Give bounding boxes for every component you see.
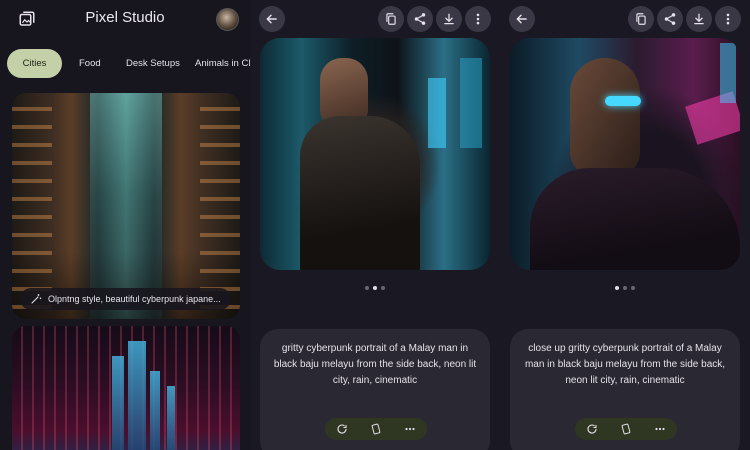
page-dot: [631, 285, 635, 290]
tower: [167, 386, 175, 450]
action-bar: [575, 418, 677, 440]
generated-image[interactable]: [260, 38, 490, 270]
download-button[interactable]: [686, 6, 712, 32]
edit-icon[interactable]: [370, 423, 382, 435]
more-vert-icon: [726, 13, 730, 25]
category-chips: Cities Food Desk Setups Animals in Clo: [0, 49, 250, 78]
edit-icon[interactable]: [620, 423, 632, 435]
feed-card-neon-city[interactable]: [12, 326, 240, 450]
page-dot-active: [373, 285, 377, 290]
prompt-text: close up gritty cyberpunk portrait of a …: [524, 343, 726, 386]
download-button[interactable]: [436, 6, 462, 32]
page-indicator: [500, 279, 750, 290]
share-button[interactable]: [657, 6, 683, 32]
feed-card-city[interactable]: Olpntng style, beautiful cyberpunk japan…: [12, 93, 240, 319]
more-vert-icon: [476, 13, 480, 25]
detail-panel-1: gritty cyberpunk portrait of a Malay man…: [250, 0, 500, 450]
back-button[interactable]: [509, 6, 535, 32]
more-horiz-icon[interactable]: [404, 423, 416, 435]
chip-food[interactable]: Food: [79, 49, 101, 78]
download-icon: [444, 13, 454, 25]
tower: [150, 371, 160, 450]
arrow-back-icon: [516, 14, 527, 24]
share-icon: [414, 13, 426, 25]
city-lights-right: [200, 93, 240, 319]
more-button[interactable]: [715, 6, 741, 32]
refresh-icon[interactable]: [586, 423, 598, 435]
cyber-implant: [605, 96, 641, 106]
back-button[interactable]: [259, 6, 285, 32]
card-caption[interactable]: Olpntng style, beautiful cyberpunk japan…: [20, 288, 231, 310]
page-indicator: [250, 279, 500, 290]
share-button[interactable]: [407, 6, 433, 32]
avatar[interactable]: [216, 8, 239, 31]
action-bar: [325, 418, 427, 440]
more-horiz-icon[interactable]: [654, 423, 666, 435]
generated-image[interactable]: [510, 38, 740, 270]
subject-body: [530, 168, 740, 270]
copy-icon: [386, 13, 396, 25]
city-street-image: [90, 93, 162, 319]
refresh-icon[interactable]: [336, 423, 348, 435]
neon-sign: [720, 43, 736, 103]
prompt-card: close up gritty cyberpunk portrait of a …: [510, 329, 740, 450]
more-button[interactable]: [465, 6, 491, 32]
chip-cities[interactable]: Cities: [7, 49, 62, 78]
share-icon: [664, 13, 676, 25]
page-dot: [623, 285, 627, 290]
page-dot: [381, 285, 385, 290]
caption-text: Olpntng style, beautiful cyberpunk japan…: [48, 294, 221, 304]
copy-icon: [636, 13, 646, 25]
copy-button[interactable]: [628, 6, 654, 32]
detail-panel-2: close up gritty cyberpunk portrait of a …: [500, 0, 750, 450]
app-title: Pixel Studio: [85, 9, 165, 26]
prompt-card: gritty cyberpunk portrait of a Malay man…: [260, 329, 490, 450]
download-icon: [694, 13, 704, 25]
copy-button[interactable]: [378, 6, 404, 32]
page-dot: [365, 285, 369, 290]
subject-head: [570, 58, 640, 178]
neon-sign: [460, 58, 482, 148]
prompt-text: gritty cyberpunk portrait of a Malay man…: [273, 343, 477, 386]
magic-wand-icon: [31, 294, 42, 304]
city-lights-left: [12, 93, 52, 319]
feed-panel: Pixel Studio Cities Food Desk Setups Ani…: [0, 0, 250, 450]
chip-animals[interactable]: Animals in Clo: [195, 49, 250, 78]
tower: [128, 341, 146, 450]
tower: [112, 356, 124, 450]
chip-desk-setups[interactable]: Desk Setups: [126, 49, 180, 78]
subject-body: [300, 116, 420, 270]
arrow-back-icon: [266, 14, 277, 24]
neon-sign: [428, 78, 446, 148]
page-dot-active: [615, 285, 619, 290]
